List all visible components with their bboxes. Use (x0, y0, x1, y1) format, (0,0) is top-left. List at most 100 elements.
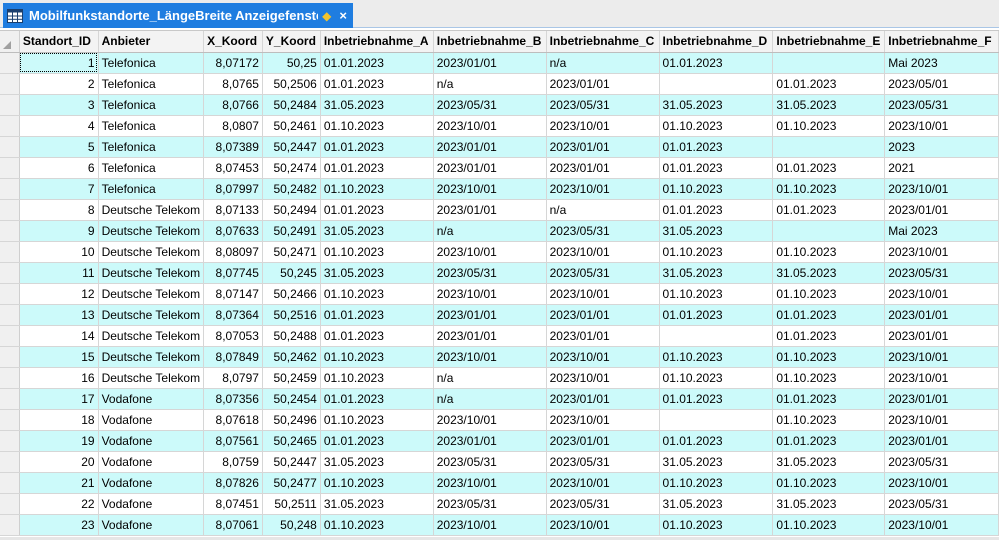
table-cell[interactable]: 2023/10/01 (433, 409, 547, 431)
table-cell[interactable]: 01.01.2023 (659, 199, 774, 221)
row-selector[interactable] (0, 199, 20, 221)
table-cell[interactable]: 50,2496 (262, 409, 321, 431)
table-cell[interactable]: 2023/01/01 (884, 304, 999, 326)
table-cell[interactable]: 2023/10/01 (546, 283, 660, 305)
table-cell[interactable]: n/a (433, 73, 547, 95)
table-cell[interactable]: 2023/10/01 (546, 367, 660, 389)
table-cell[interactable]: 31.05.2023 (320, 94, 434, 116)
table-cell[interactable]: 2023/05/31 (433, 493, 547, 515)
table-cell[interactable]: 16 (19, 367, 99, 389)
table-cell[interactable]: 2023/01/01 (433, 157, 547, 179)
table-cell[interactable]: 31.05.2023 (659, 262, 774, 284)
row-selector[interactable] (0, 52, 20, 74)
table-cell[interactable]: 01.01.2023 (659, 304, 774, 326)
table-cell[interactable]: 8,07061 (203, 514, 263, 536)
table-cell[interactable]: 2023/10/01 (884, 514, 999, 536)
table-cell[interactable]: 8,07147 (203, 283, 263, 305)
row-selector[interactable] (0, 73, 20, 95)
table-cell[interactable]: 2023/05/31 (433, 262, 547, 284)
table-cell[interactable]: Vodafone (98, 472, 205, 494)
row-selector[interactable] (0, 262, 20, 284)
table-cell[interactable]: 2023/05/31 (884, 94, 999, 116)
table-cell[interactable]: 2023/01/01 (433, 52, 547, 74)
table-cell[interactable]: 01.01.2023 (320, 430, 434, 452)
table-cell[interactable]: 01.10.2023 (320, 472, 434, 494)
table-cell[interactable] (659, 409, 774, 431)
table-cell[interactable]: 31.05.2023 (320, 220, 434, 242)
table-cell[interactable]: 01.10.2023 (320, 115, 434, 137)
row-selector[interactable] (0, 430, 20, 452)
table-cell[interactable]: 01.01.2023 (772, 430, 886, 452)
table-cell[interactable]: 2023/10/01 (884, 283, 999, 305)
table-cell[interactable]: Vodafone (98, 451, 205, 473)
table-cell[interactable]: 8,0797 (203, 367, 263, 389)
table-cell[interactable]: 50,245 (262, 262, 321, 284)
table-cell[interactable]: Vodafone (98, 388, 205, 410)
table-row[interactable]: 6 Telefonica 8,07453 50,2474 01.01.2023 2023/… (0, 157, 999, 179)
table-cell[interactable]: 50,2461 (262, 115, 321, 137)
table-cell[interactable]: 3 (19, 94, 99, 116)
table-cell[interactable]: 01.10.2023 (772, 514, 886, 536)
table-cell[interactable]: 2023/05/31 (546, 262, 660, 284)
table-cell[interactable]: 8,07561 (203, 430, 263, 452)
table-cell[interactable]: Deutsche Telekom (98, 304, 205, 326)
table-cell[interactable] (772, 52, 886, 74)
table-cell[interactable]: 8,07356 (203, 388, 263, 410)
table-row[interactable]: 7 Telefonica 8,07997 50,2482 01.10.2023 2023/… (0, 178, 999, 200)
table-cell[interactable]: 2023/01/01 (884, 199, 999, 221)
table-cell[interactable]: 50,2516 (262, 304, 321, 326)
table-cell[interactable]: 50,2506 (262, 73, 321, 95)
table-cell[interactable]: 01.01.2023 (320, 136, 434, 158)
table-cell[interactable]: 4 (19, 115, 99, 137)
table-cell[interactable]: 8,07389 (203, 136, 263, 158)
row-selector[interactable] (0, 178, 20, 200)
column-header[interactable]: Anbieter (98, 31, 205, 53)
table-cell[interactable]: 8,07453 (203, 157, 263, 179)
table-cell[interactable]: 11 (19, 262, 99, 284)
table-cell[interactable]: 2023/10/01 (546, 472, 660, 494)
table-row[interactable]: 16 Deutsche Telekom 8,0797 50,2459 01.10.202… (0, 367, 999, 389)
table-cell[interactable]: 31.05.2023 (772, 451, 886, 473)
table-row[interactable]: 14 Deutsche Telekom 8,07053 50,2488 01.01.20… (0, 325, 999, 347)
table-cell[interactable]: 2023/01/01 (884, 388, 999, 410)
table-row[interactable]: 10 Deutsche Telekom 8,08097 50,2471 01.10.20… (0, 241, 999, 263)
table-cell[interactable]: 01.01.2023 (320, 73, 434, 95)
table-cell[interactable]: Telefonica (98, 157, 205, 179)
table-cell[interactable]: 01.01.2023 (320, 325, 434, 347)
table-cell[interactable]: 13 (19, 304, 99, 326)
table-cell[interactable]: 2023/05/01 (884, 73, 999, 95)
select-all-corner[interactable] (0, 31, 20, 53)
table-cell[interactable]: Telefonica (98, 136, 205, 158)
table-cell[interactable]: 2023/05/31 (433, 94, 547, 116)
table-cell[interactable]: 01.10.2023 (659, 115, 774, 137)
table-cell[interactable]: 01.01.2023 (659, 136, 774, 158)
table-cell[interactable]: 31.05.2023 (659, 94, 774, 116)
table-cell[interactable]: 50,2471 (262, 241, 321, 263)
row-selector[interactable] (0, 367, 20, 389)
table-cell[interactable] (772, 136, 886, 158)
table-cell[interactable]: 31.05.2023 (320, 493, 434, 515)
table-cell[interactable]: 31.05.2023 (320, 262, 434, 284)
table-cell[interactable]: 15 (19, 346, 99, 368)
table-cell[interactable]: 50,2488 (262, 325, 321, 347)
table-cell[interactable]: 2023/05/31 (884, 262, 999, 284)
table-cell[interactable]: 31.05.2023 (772, 94, 886, 116)
table-cell[interactable]: 8,07826 (203, 472, 263, 494)
table-cell[interactable]: 2023/10/01 (433, 346, 547, 368)
column-header[interactable]: Standort_ID (19, 31, 99, 53)
table-cell[interactable]: 8,07451 (203, 493, 263, 515)
table-cell[interactable]: 50,2465 (262, 430, 321, 452)
table-row[interactable]: 17 Vodafone 8,07356 50,2454 01.01.2023 n/a 202… (0, 388, 999, 410)
table-cell[interactable]: n/a (546, 199, 660, 221)
table-cell[interactable]: 2023/10/01 (546, 409, 660, 431)
table-cell[interactable]: 31.05.2023 (659, 493, 774, 515)
table-cell[interactable]: 01.10.2023 (659, 367, 774, 389)
table-cell[interactable]: 2023/01/01 (433, 325, 547, 347)
table-cell[interactable]: 2023/10/01 (546, 346, 660, 368)
column-header[interactable]: Y_Koord (262, 31, 321, 53)
table-cell[interactable]: 2023/10/01 (433, 514, 547, 536)
table-cell[interactable]: 01.01.2023 (772, 199, 886, 221)
table-cell[interactable]: 2023/10/01 (433, 115, 547, 137)
column-header[interactable]: Inbetriebnahme_A (320, 31, 434, 53)
column-header[interactable]: Inbetriebnahme_D (659, 31, 774, 53)
